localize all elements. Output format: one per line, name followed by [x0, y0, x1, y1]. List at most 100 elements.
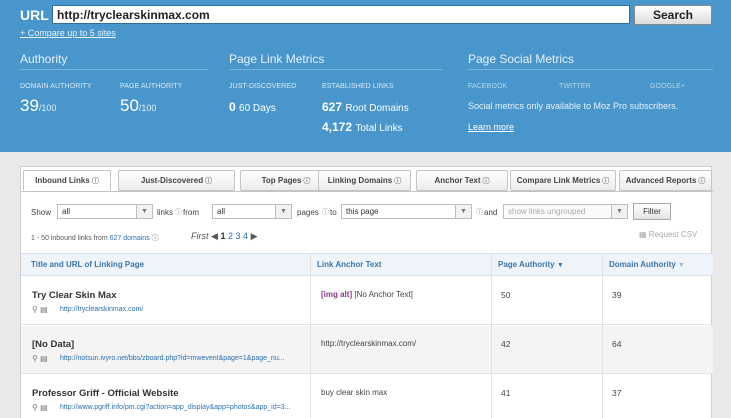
page-icon[interactable]: ▤ — [40, 305, 48, 314]
chevron-down-icon: ▼ — [455, 205, 471, 218]
to-label: to — [330, 208, 337, 217]
site-header: URL Search + Compare up to 5 sites Autho… — [0, 0, 731, 152]
tab-divider — [21, 191, 713, 192]
page-1[interactable]: 1 — [220, 231, 225, 241]
row-title[interactable]: [No Data] — [32, 339, 74, 350]
page-icon[interactable]: ▤ — [40, 403, 48, 412]
page-icon[interactable]: ▤ — [40, 354, 48, 363]
next-icon[interactable]: ▶ — [251, 231, 258, 241]
results-count: 1 - 50 inbound links from 627 domains ⓘ — [31, 235, 159, 242]
page-authority-label: PAGE AUTHORITY — [120, 83, 183, 90]
google-plus-label: GOOGLE+ — [650, 83, 686, 90]
column-divider — [602, 253, 603, 418]
show-label: Show — [31, 208, 52, 217]
tab-anchor-text[interactable]: Anchor Text ⓘ — [416, 170, 508, 191]
url-input[interactable] — [52, 5, 630, 24]
row-url[interactable]: http://notsun.ivyro.net/bbs/zboard.php?i… — [60, 355, 285, 362]
facebook-label: FACEBOOK — [468, 83, 508, 90]
and-label: and — [484, 208, 498, 217]
row-anchor-text: buy clear skin max — [321, 388, 388, 397]
page-link-metrics-title: Page Link Metrics — [229, 52, 325, 66]
just-discovered-label: JUST-DISCOVERED — [229, 83, 297, 90]
row-anchor-text: [img alt] [No Anchor Text] — [321, 290, 413, 299]
table-row: Try Clear Skin Max ⚲ ▤ http://tryclearsk… — [21, 277, 713, 325]
help-icon: ⓘ — [205, 178, 213, 185]
target-select[interactable]: this page ▼ — [341, 204, 472, 219]
csv-icon: ▦ — [639, 230, 647, 239]
sort-icon: ▼ — [678, 262, 685, 269]
social-metrics-message: Social metrics only available to Moz Pro… — [468, 101, 679, 111]
page-authority-value: 50/100 — [120, 96, 157, 115]
page-social-metrics-title: Page Social Metrics — [468, 52, 575, 66]
tab-linking-domains[interactable]: Linking Domains ⓘ — [318, 170, 411, 191]
help-icon: ⓘ — [322, 209, 329, 216]
pages-label: pages — [297, 208, 319, 217]
row-actions: ⚲ ▤ — [32, 403, 48, 412]
row-title[interactable]: Try Clear Skin Max — [32, 290, 116, 301]
divider — [229, 69, 443, 70]
url-label: URL — [20, 7, 49, 23]
search-icon[interactable]: ⚲ — [32, 354, 38, 363]
row-url[interactable]: http://www.pgriff.info/pm.cgi?action=app… — [60, 404, 290, 411]
help-icon: ⓘ — [394, 178, 402, 185]
row-page-authority: 42 — [501, 339, 511, 349]
row-url[interactable]: http://tryclearskinmax.com/ — [60, 306, 143, 313]
tab-inbound-links[interactable]: Inbound Links ⓘ — [23, 170, 111, 191]
column-anchor-text[interactable]: Link Anchor Text — [317, 260, 381, 269]
table-header: Title and URL of Linking Page Link Ancho… — [21, 253, 713, 276]
help-icon: ⓘ — [175, 209, 182, 216]
domain-authority-label: DOMAIN AUTHORITY — [20, 83, 92, 90]
row-title[interactable]: Professor Griff - Official Website — [32, 388, 179, 399]
learn-more-link[interactable]: Learn more — [468, 122, 514, 132]
domain-authority-value: 39/100 — [20, 96, 57, 115]
row-page-authority: 41 — [501, 388, 511, 398]
tab-just-discovered[interactable]: Just-Discovered ⓘ — [118, 170, 235, 191]
column-title-url[interactable]: Title and URL of Linking Page — [31, 260, 144, 269]
table-row: Professor Griff - Official Website ⚲ ▤ h… — [21, 375, 713, 418]
source-select[interactable]: all ▼ — [212, 204, 292, 219]
chevron-down-icon: ▼ — [275, 205, 291, 218]
just-discovered-value: 0 60 Days — [229, 100, 276, 114]
column-page-authority[interactable]: Page Authority ▼ — [498, 260, 564, 269]
prev-icon[interactable]: ◀ — [211, 231, 218, 241]
column-domain-authority[interactable]: Domain Authority ▼ — [609, 260, 685, 269]
search-icon[interactable]: ⚲ — [32, 305, 38, 314]
row-anchor-text: http://tryclearskinmax.com/ — [321, 339, 417, 348]
authority-title: Authority — [20, 52, 68, 66]
table-row: [No Data] ⚲ ▤ http://notsun.ivyro.net/bb… — [21, 326, 713, 374]
search-icon[interactable]: ⚲ — [32, 403, 38, 412]
twitter-label: TWITTER — [559, 83, 591, 90]
search-button[interactable]: Search — [634, 5, 712, 25]
column-divider — [491, 253, 492, 418]
tab-compare-link-metrics[interactable]: Compare Link Metrics ⓘ — [510, 170, 616, 191]
help-icon: ⓘ — [303, 178, 311, 185]
first-page-link[interactable]: First — [191, 231, 209, 241]
links-label: links — [157, 208, 174, 217]
tab-advanced-reports[interactable]: Advanced Reports ⓘ — [619, 170, 712, 191]
grouping-select[interactable]: show links ungrouped ▼ — [503, 204, 628, 219]
row-actions: ⚲ ▤ — [32, 354, 48, 363]
row-domain-authority: 37 — [612, 388, 622, 398]
row-actions: ⚲ ▤ — [32, 305, 48, 314]
help-icon: ⓘ — [602, 178, 610, 185]
root-domains-value: 627 Root Domains — [322, 100, 409, 114]
request-csv-link[interactable]: ▦ Request CSV — [639, 230, 697, 239]
row-page-authority: 50 — [501, 290, 511, 300]
sort-desc-icon: ▼ — [556, 262, 564, 269]
page-3[interactable]: 3 — [236, 231, 241, 241]
divider — [20, 69, 208, 70]
link-type-select[interactable]: all ▼ — [57, 204, 153, 219]
pagination: First ◀ 1 2 3 4 ▶ — [191, 231, 258, 242]
page-4[interactable]: 4 — [243, 231, 248, 241]
chevron-down-icon: ▼ — [611, 205, 627, 218]
help-icon: ⓘ — [482, 178, 490, 185]
from-label: from — [183, 208, 199, 217]
page-2[interactable]: 2 — [228, 231, 233, 241]
compare-sites-link[interactable]: + Compare up to 5 sites — [20, 28, 116, 38]
domains-link[interactable]: 627 domains — [110, 235, 150, 242]
row-domain-authority: 39 — [612, 290, 622, 300]
filter-button[interactable]: Filter — [633, 203, 671, 220]
established-links-label: ESTABLISHED LINKS — [322, 83, 394, 90]
row-domain-authority: 64 — [612, 339, 622, 349]
column-divider — [310, 253, 311, 418]
